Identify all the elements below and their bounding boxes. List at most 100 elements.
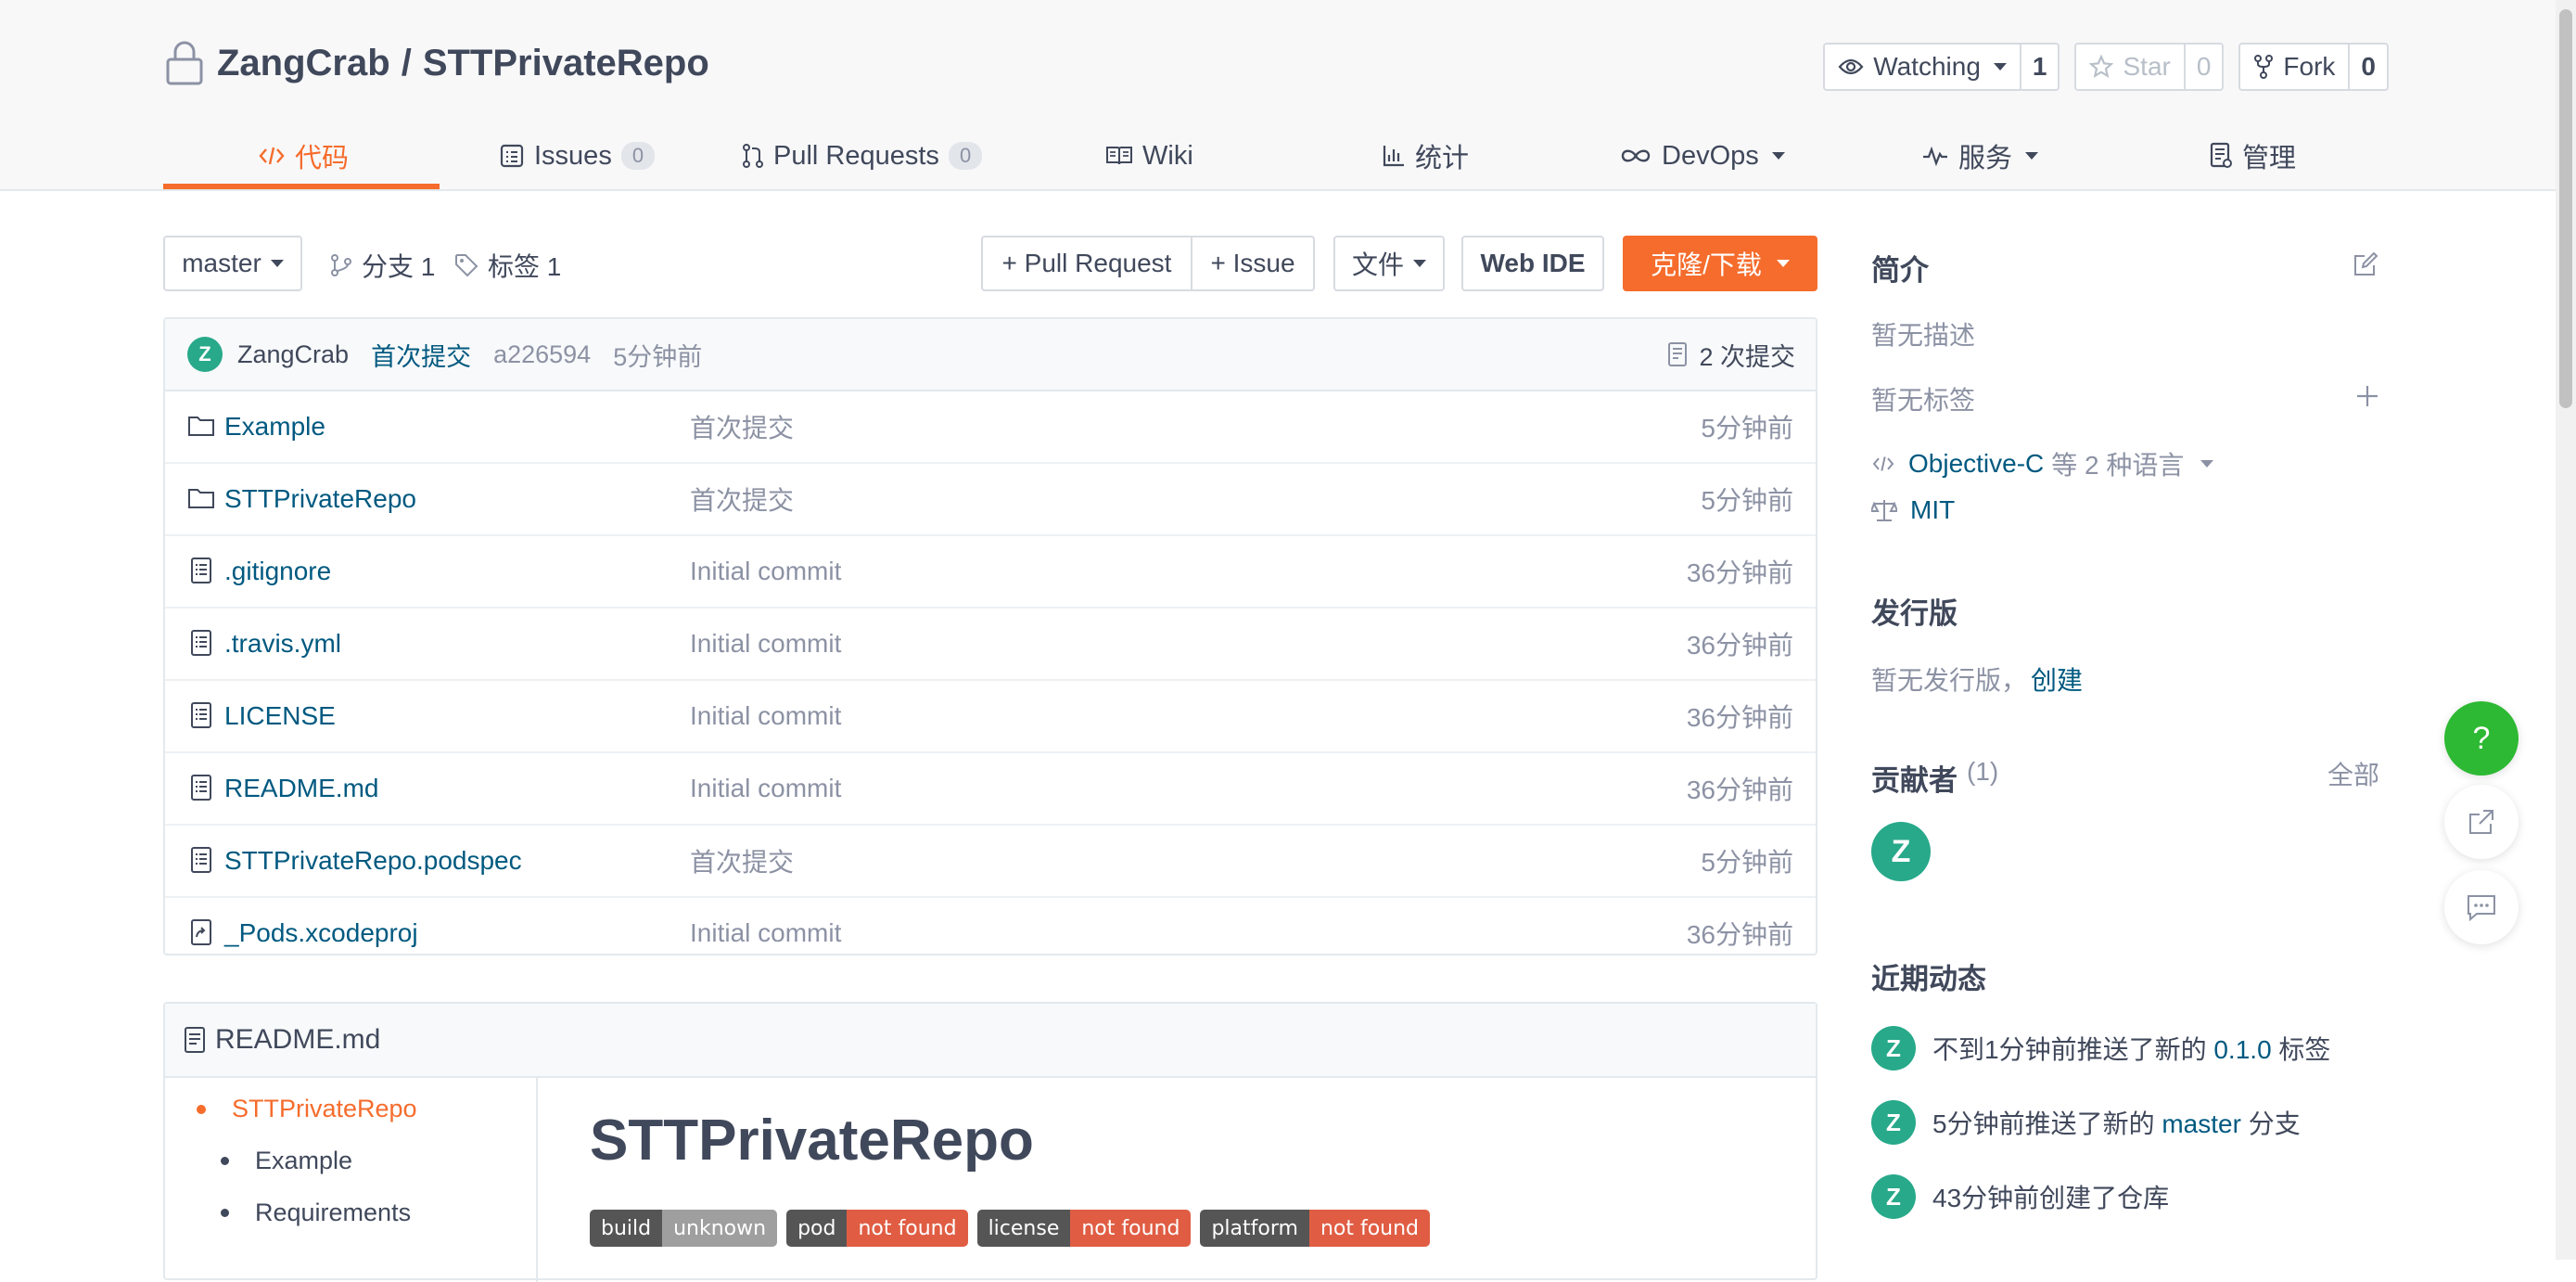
commit-hash[interactable]: a226594 xyxy=(493,340,591,369)
file-row[interactable]: LICENSE Initial commit 36分钟前 xyxy=(165,681,1816,753)
file-row[interactable]: STTPrivateRepo.podspec 首次提交 5分钟前 xyxy=(165,826,1816,898)
tab-manage[interactable]: 管理 xyxy=(2209,122,2296,189)
avatar[interactable]: Z xyxy=(1871,1026,1916,1070)
activity-link[interactable]: master xyxy=(2162,1109,2241,1138)
all-contributors-link[interactable]: 全部 xyxy=(2327,755,2379,792)
tags-link[interactable]: 标签 1 xyxy=(454,236,561,295)
commit-time: 5分钟前 xyxy=(613,342,703,371)
license-link[interactable]: MIT xyxy=(1910,495,1955,525)
star-icon xyxy=(2089,55,2114,78)
new-issue-button[interactable]: + Issue xyxy=(1191,236,1315,291)
activity-title: 近期动态 xyxy=(1871,963,1986,995)
branches-link[interactable]: 分支 1 xyxy=(330,236,435,295)
contributors-count: (1) xyxy=(1967,757,1999,786)
toc-item[interactable]: Example xyxy=(221,1147,352,1175)
file-row[interactable]: _Pods.xcodeproj Initial commit 36分钟前 xyxy=(165,898,1816,968)
file-commit-message[interactable]: 首次提交 xyxy=(690,408,794,445)
file-row[interactable]: STTPrivateRepo 首次提交 5分钟前 xyxy=(165,464,1816,536)
fork-count[interactable]: 0 xyxy=(2348,45,2387,89)
file-name-link[interactable]: Example xyxy=(224,412,325,442)
license-info[interactable]: MIT xyxy=(1871,495,1955,525)
status-badge[interactable]: build unknown xyxy=(590,1210,778,1247)
file-name-link[interactable]: README.md xyxy=(224,774,378,803)
file-commit-message[interactable]: Initial commit xyxy=(690,918,841,948)
tab-issues[interactable]: Issues 0 xyxy=(499,122,656,189)
file-commit-message[interactable]: Initial commit xyxy=(690,774,841,803)
issues-count-badge: 0 xyxy=(620,142,656,170)
file-name-link[interactable]: LICENSE xyxy=(224,701,336,731)
fork-button[interactable]: Fork 0 xyxy=(2238,43,2389,91)
chevron-down-icon xyxy=(1413,260,1426,267)
activity-text-suffix: 标签 xyxy=(2278,1035,2331,1064)
release-info: 暂无发行版， 创建 xyxy=(1871,660,2083,698)
issues-icon xyxy=(500,144,524,168)
file-commit-message[interactable]: Initial commit xyxy=(690,701,841,731)
file-tree: Z ZangCrab 首次提交 a226594 5分钟前 2 次提交 Examp… xyxy=(163,317,1817,955)
status-badge[interactable]: license not found xyxy=(976,1210,1192,1247)
file-commit-message[interactable]: Initial commit xyxy=(690,629,841,659)
edit-icon[interactable] xyxy=(2352,250,2379,278)
file-row[interactable]: .travis.yml Initial commit 36分钟前 xyxy=(165,609,1816,681)
language-info[interactable]: Objective-C 等 2 种语言 xyxy=(1871,445,2214,482)
contributors-title: 贡献者 (1) xyxy=(1871,757,1998,799)
book-icon xyxy=(1106,147,1132,165)
tab-devops[interactable]: DevOps xyxy=(1619,122,1785,189)
star-button[interactable]: Star 0 xyxy=(2074,43,2225,91)
avatar[interactable]: Z xyxy=(1871,1100,1916,1145)
watch-count[interactable]: 1 xyxy=(2019,45,2059,89)
file-commit-message[interactable]: Initial commit xyxy=(690,557,841,586)
commit-author[interactable]: ZangCrab xyxy=(237,340,349,369)
file-name-link[interactable]: .gitignore xyxy=(224,557,331,586)
avatar[interactable]: Z xyxy=(1871,1174,1916,1219)
share-button[interactable] xyxy=(2444,785,2519,859)
feedback-button[interactable] xyxy=(2444,870,2519,944)
branch-select[interactable]: master xyxy=(163,236,302,291)
active-tab-indicator xyxy=(163,184,440,189)
file-name-link[interactable]: .travis.yml xyxy=(224,629,341,659)
tab-services[interactable]: 服务 xyxy=(1921,122,2039,189)
clone-download-button[interactable]: 克隆/下载 xyxy=(1623,236,1817,291)
language-link[interactable]: Objective-C xyxy=(1908,449,2044,479)
web-ide-button[interactable]: Web IDE xyxy=(1461,236,1604,291)
activity-text-suffix: 分支 xyxy=(2248,1109,2301,1138)
create-release-link[interactable]: 创建 xyxy=(2031,660,2083,698)
tab-code[interactable]: 代码 xyxy=(258,122,349,189)
latest-commit-bar: Z ZangCrab 首次提交 a226594 5分钟前 2 次提交 xyxy=(165,319,1816,391)
chevron-down-icon[interactable] xyxy=(2200,460,2214,468)
activity-link[interactable]: 0.1.0 xyxy=(2213,1035,2271,1064)
file-row[interactable]: .gitignore Initial commit 36分钟前 xyxy=(165,536,1816,609)
file-commit-message[interactable]: 首次提交 xyxy=(690,842,794,879)
new-pull-request-button[interactable]: + Pull Request xyxy=(981,236,1192,291)
code-icon xyxy=(1872,456,1894,471)
file-row[interactable]: README.md Initial commit 36分钟前 xyxy=(165,753,1816,826)
commit-count-link[interactable]: 2 次提交 xyxy=(1667,337,1795,373)
toc-item[interactable]: STTPrivateRepo xyxy=(197,1095,417,1123)
plus-icon[interactable] xyxy=(2355,384,2379,408)
avatar[interactable]: Z xyxy=(187,337,223,372)
tab-services-label: 服务 xyxy=(1958,144,2013,173)
status-badge[interactable]: pod not found xyxy=(786,1210,968,1247)
file-commit-message[interactable]: 首次提交 xyxy=(690,481,794,518)
file-row[interactable]: Example 首次提交 5分钟前 xyxy=(165,391,1816,464)
status-badge[interactable]: platform not found xyxy=(1200,1210,1431,1247)
file-commit-time: 5分钟前 xyxy=(1701,486,1793,515)
file-name-link[interactable]: STTPrivateRepo xyxy=(224,484,416,514)
file-name-link[interactable]: _Pods.xcodeproj xyxy=(224,918,418,948)
watch-button[interactable]: Watching 1 xyxy=(1823,43,2060,91)
repo-name-link[interactable]: STTPrivateRepo xyxy=(423,43,709,84)
repo-owner-link[interactable]: ZangCrab xyxy=(217,43,390,84)
avatar[interactable]: Z xyxy=(1871,822,1931,881)
readme-toc: STTPrivateRepo Example Requirements xyxy=(165,1078,538,1282)
readme-title: STTPrivateRepo xyxy=(590,1109,1034,1173)
file-name-link[interactable]: STTPrivateRepo.podspec xyxy=(224,846,522,876)
commit-message-link[interactable]: 首次提交 xyxy=(371,337,471,373)
page-scrollbar[interactable] xyxy=(2556,0,2576,1260)
tab-stats[interactable]: 统计 xyxy=(1382,122,1469,189)
tab-pull-requests[interactable]: Pull Requests 0 xyxy=(742,122,983,189)
tab-wiki[interactable]: Wiki xyxy=(1105,122,1193,189)
toc-item[interactable]: Requirements xyxy=(221,1199,411,1227)
help-button[interactable]: ? xyxy=(2444,701,2519,776)
star-count[interactable]: 0 xyxy=(2183,45,2223,89)
scrollbar-thumb[interactable] xyxy=(2559,9,2572,408)
file-menu-button[interactable]: 文件 xyxy=(1333,236,1445,291)
